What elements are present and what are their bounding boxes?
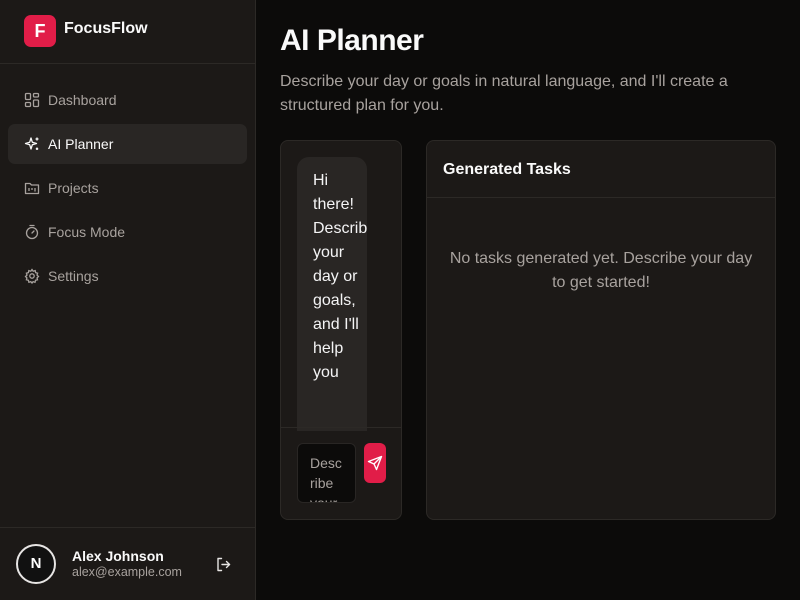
sidebar-item-settings[interactable]: Settings (8, 256, 247, 296)
app-root: F FocusFlow Dashboard AI Planner Project… (0, 0, 800, 600)
sidebar-item-label: Settings (48, 268, 99, 284)
dashboard-icon (24, 92, 40, 108)
sidebar: F FocusFlow Dashboard AI Planner Project… (0, 0, 256, 600)
timer-icon (25, 224, 39, 240)
user-name: Alex Johnson (72, 548, 164, 564)
tasks-empty-state: No tasks generated yet. Describe your da… (449, 250, 753, 291)
page-title: AI Planner (280, 24, 424, 57)
chat-input[interactable] (297, 443, 356, 503)
folder-icon (24, 182, 40, 195)
user-email: alex@example.com (72, 565, 182, 579)
avatar[interactable]: N (16, 544, 56, 584)
chat-panel: Hi there! Describe your day or goals, an… (280, 140, 402, 520)
sidebar-item-label: Dashboard (48, 92, 117, 108)
send-icon (367, 455, 383, 471)
tasks-header: Generated Tasks (427, 141, 775, 198)
chat-divider (281, 427, 401, 428)
page-subtitle: Describe your day or goals in natural la… (280, 73, 728, 114)
sidebar-item-focus-mode[interactable]: Focus Mode (8, 212, 247, 252)
logout-icon[interactable] (215, 556, 232, 573)
generated-tasks-panel: Generated Tasks No tasks generated yet. … (426, 140, 776, 520)
sidebar-item-label: Focus Mode (48, 224, 126, 240)
tasks-title: Generated Tasks (443, 161, 571, 178)
gear-icon (24, 268, 40, 284)
sparkles-icon (24, 137, 39, 150)
sidebar-item-ai-planner[interactable]: AI Planner (8, 124, 247, 164)
brand-logo: F (24, 15, 56, 47)
sidebar-item-label: AI Planner (48, 136, 114, 152)
sidebar-item-dashboard[interactable]: Dashboard (8, 80, 247, 120)
assistant-message-bubble: Hi there! Describe your day or goals, an… (297, 157, 367, 431)
sidebar-item-label: Projects (48, 180, 99, 196)
send-button[interactable] (364, 443, 386, 483)
brand-header: F FocusFlow (0, 0, 255, 64)
user-profile: N Alex Johnson alex@example.com (0, 527, 255, 600)
brand-name: FocusFlow (64, 20, 148, 37)
assistant-message-text: Hi there! Describe your day or goals, an… (313, 172, 367, 381)
sidebar-item-projects[interactable]: Projects (8, 168, 247, 208)
